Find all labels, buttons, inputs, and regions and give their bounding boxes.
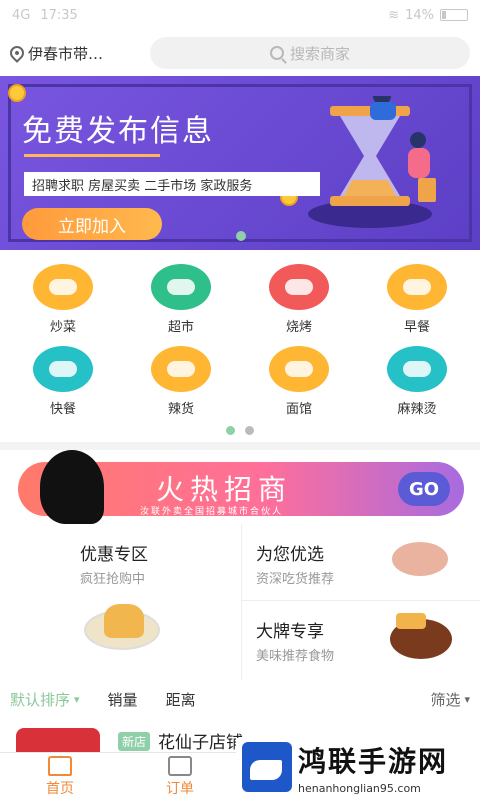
watermark-name: 鸿联手游网 — [298, 745, 449, 778]
location-label: 伊春市带… — [28, 44, 104, 63]
carousel-dot — [236, 231, 246, 241]
coin-icon — [8, 84, 26, 102]
category-label: 炒菜 — [49, 320, 76, 335]
search-input[interactable]: 搜索商家 — [150, 37, 470, 69]
go-button[interactable]: GO — [398, 472, 450, 506]
recommend-title: 为您优选 — [256, 545, 324, 565]
pager-dot-active[interactable] — [226, 426, 235, 435]
battery-icon — [440, 9, 468, 21]
category-label: 辣货 — [167, 402, 194, 417]
hotpot-icon — [387, 346, 447, 392]
tab-home-label: 首页 — [46, 780, 74, 797]
silhouette-decoration — [40, 450, 104, 524]
category-label: 超市 — [167, 320, 194, 335]
cabbage-icon — [151, 264, 211, 310]
join-now-button[interactable]: 立即加入 — [22, 208, 162, 240]
filter-button[interactable]: 筛选 ▾ — [430, 689, 470, 710]
wifi-icon: ≋ — [388, 7, 400, 23]
tab-orders[interactable]: 订单 — [120, 753, 240, 800]
home-icon — [48, 755, 72, 776]
brand-title: 大牌专享 — [256, 622, 324, 642]
watermark: 鸿联手游网 henanhonglian95.com — [236, 738, 480, 800]
shop-name: 花仙子店铺 — [158, 733, 243, 752]
specials-section: 优惠专区 疯狂抢购中 为您优选 资深吃货推荐 大牌专享 美味推荐食物 — [0, 524, 480, 680]
sort-sales[interactable]: 销量 — [108, 689, 138, 710]
recommend-card[interactable]: 为您优选 资深吃货推荐 — [242, 524, 480, 600]
order-list-icon — [168, 755, 192, 776]
new-shop-badge: 新店 — [118, 732, 151, 751]
steak-plate-icon — [392, 542, 448, 576]
banner-title: 免费发布信息 — [22, 114, 214, 149]
recommend-subtitle: 资深吃货推荐 — [256, 572, 335, 587]
search-placeholder: 搜索商家 — [289, 44, 350, 63]
top-header: 伊春市带… 搜索商家 — [0, 30, 480, 76]
shop-thumbnail — [16, 728, 100, 752]
status-bar: 4G 17:35 ≋ 14% — [0, 0, 480, 30]
category-item[interactable]: 面馆 — [244, 346, 354, 417]
category-label: 早餐 — [403, 320, 430, 335]
category-label: 快餐 — [49, 402, 76, 417]
location-selector[interactable]: 伊春市带… — [7, 43, 150, 64]
sort-default[interactable]: 默认排序 ▾ — [10, 689, 80, 710]
burger-icon — [33, 346, 93, 392]
burger-icon — [104, 604, 144, 638]
category-item[interactable]: 早餐 — [362, 264, 472, 335]
banner-tags: 招聘求职 房屋买卖 二手市场 家政服务 — [24, 172, 320, 196]
chevron-down-icon: ▾ — [464, 692, 470, 706]
category-grid: 炒菜 超市 烧烤 早餐 快餐 辣货 面馆 麻辣烫 — [0, 250, 480, 442]
location-pin-icon — [7, 43, 27, 63]
crayfish-icon — [151, 346, 211, 392]
banner-underline — [24, 154, 160, 157]
category-label: 面馆 — [285, 402, 312, 417]
sort-distance[interactable]: 距离 — [166, 689, 196, 710]
clock: 17:35 — [40, 7, 78, 23]
recruit-banner[interactable]: 火热招商 汝联外卖全国招募城市合伙人 GO — [0, 450, 480, 524]
battery-percent: 14% — [405, 7, 434, 23]
category-label: 烧烤 — [285, 320, 312, 335]
category-label: 麻辣烫 — [397, 402, 437, 417]
watermark-logo — [242, 742, 292, 792]
category-item[interactable]: 麻辣烫 — [362, 346, 472, 417]
recruit-title: 火热招商 — [156, 473, 293, 506]
fries-icon — [396, 613, 426, 629]
deals-subtitle: 疯狂抢购中 — [80, 572, 146, 587]
deals-title: 优惠专区 — [80, 545, 148, 565]
tab-home[interactable]: 首页 — [0, 753, 120, 800]
category-item[interactable]: 烧烤 — [244, 264, 354, 335]
chevron-down-icon: ▾ — [74, 692, 80, 706]
tab-orders-label: 订单 — [166, 780, 194, 797]
skewer-icon — [269, 264, 329, 310]
deals-card[interactable]: 优惠专区 疯狂抢购中 — [0, 524, 241, 680]
wok-icon — [33, 264, 93, 310]
hero-banner[interactable]: 免费发布信息 招聘求职 房屋买卖 二手市场 家政服务 立即加入 — [0, 76, 480, 250]
category-item[interactable]: 炒菜 — [8, 264, 118, 335]
pager-dot[interactable] — [245, 426, 254, 435]
brand-card[interactable]: 大牌专享 美味推荐食物 — [242, 601, 480, 680]
hourglass-illustration — [308, 96, 436, 228]
carrier-indicator: 4G — [12, 7, 31, 23]
category-item[interactable]: 超市 — [126, 264, 236, 335]
search-icon — [269, 46, 284, 60]
recruit-subtitle: 汝联外卖全国招募城市合伙人 — [140, 507, 284, 517]
egg-icon — [387, 264, 447, 310]
category-item[interactable]: 辣货 — [126, 346, 236, 417]
sort-bar: 默认排序 ▾ 销量 距离 筛选 ▾ — [0, 680, 480, 718]
category-pager — [0, 426, 480, 435]
sort-default-label: 默认排序 — [10, 690, 71, 709]
filter-label: 筛选 — [430, 690, 461, 709]
watermark-url: henanhonglian95.com — [298, 782, 421, 795]
brand-subtitle: 美味推荐食物 — [256, 649, 335, 664]
category-item[interactable]: 快餐 — [8, 346, 118, 417]
noodle-bowl-icon — [269, 346, 329, 392]
